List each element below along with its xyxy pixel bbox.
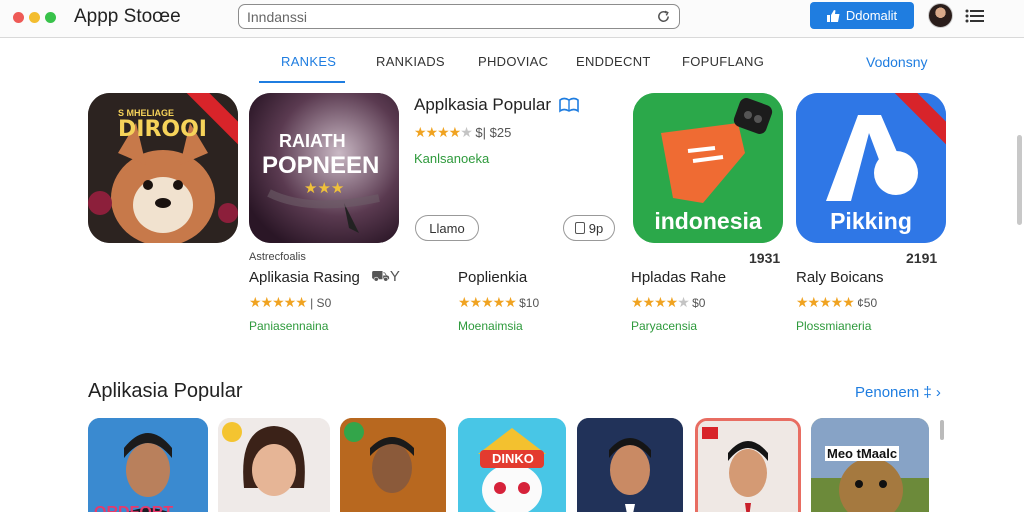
tab-phdoviac[interactable]: PHDOVIAC bbox=[478, 54, 548, 69]
rating-stars: ★★★★★ bbox=[414, 124, 473, 140]
category-tabs: RANKES RANKIADS PHDOVIAC ENDDECNT FOPUFL… bbox=[0, 44, 1024, 86]
animal-illustration bbox=[811, 418, 929, 512]
popular-app-tile[interactable]: Meo tMaalc bbox=[811, 418, 929, 512]
tile-icon-text: indonesia bbox=[654, 208, 762, 234]
tile-title-line2: POPNEEN bbox=[262, 152, 380, 179]
featured-app-title: Applkasia Popular bbox=[414, 95, 552, 114]
tab-fopuflang[interactable]: FOPUFLANG bbox=[682, 54, 764, 69]
app-icon-popneen[interactable]: RAIATH POPNEEN ★★★ bbox=[249, 93, 399, 243]
app-price: $10 bbox=[519, 296, 540, 310]
popular-app-tile[interactable] bbox=[340, 418, 446, 512]
popular-app-tile[interactable] bbox=[577, 418, 683, 512]
person-portrait bbox=[218, 418, 330, 512]
download-icon bbox=[826, 9, 840, 22]
app-rating: ★★★★★ $0 bbox=[631, 294, 705, 311]
tile-label: Meo tMaalc bbox=[825, 446, 900, 461]
minimize-window-button[interactable] bbox=[29, 12, 40, 23]
tile-label: ORDFORT bbox=[94, 504, 173, 512]
app-name[interactable]: Raly Boicans bbox=[796, 269, 884, 286]
person-portrait bbox=[340, 418, 446, 512]
list-menu-icon[interactable] bbox=[965, 8, 985, 24]
featured-secondary-label: 9p bbox=[588, 220, 604, 236]
app-rating: ★★★★★ ¢50 bbox=[796, 294, 877, 311]
download-button[interactable]: Ddomalit bbox=[810, 2, 914, 29]
rating-stars: ★★★★★ bbox=[631, 294, 690, 310]
zoom-window-button[interactable] bbox=[45, 12, 56, 23]
featured-rating: ★★★★★ $| $25 bbox=[414, 124, 511, 141]
rating-stars: ★★★★★ bbox=[796, 294, 855, 310]
tab-rankiads[interactable]: RANKIADS bbox=[376, 54, 445, 69]
tab-enddecnt[interactable]: ENDDECNT bbox=[576, 54, 651, 69]
tab-rankes[interactable]: RANKES bbox=[281, 54, 336, 69]
document-icon bbox=[574, 222, 585, 234]
rating-stars: ★★★★★ bbox=[249, 294, 308, 310]
app-caption: Astrecfoalis bbox=[249, 251, 306, 263]
app-rating: ★★★★★ $10 bbox=[458, 294, 539, 311]
rating-stars: ★★★★★ bbox=[458, 294, 517, 310]
person-portrait bbox=[88, 418, 208, 512]
app-price: ¢50 bbox=[857, 296, 878, 310]
app-name[interactable]: Aplikasia Rasing bbox=[249, 269, 360, 286]
title-bar: Appp Stoœe Ddomalit bbox=[0, 0, 1024, 38]
tile-stars: ★★★ bbox=[304, 180, 345, 197]
person-portrait bbox=[577, 418, 683, 512]
featured-secondary-button[interactable]: 9p bbox=[563, 215, 615, 241]
featured-action-label: Llamo bbox=[429, 220, 465, 236]
close-window-button[interactable] bbox=[13, 12, 24, 23]
carousel-scrollbar[interactable] bbox=[940, 420, 944, 440]
app-icon-pikking[interactable]: Pikking bbox=[796, 93, 946, 243]
app-icon-dog-game[interactable]: S MHELIAGE DIROOI bbox=[88, 93, 238, 243]
popular-app-tile[interactable] bbox=[218, 418, 330, 512]
app-price: $0 bbox=[692, 296, 706, 310]
section-see-all-link[interactable]: Penonem ‡ › bbox=[855, 384, 941, 401]
book-icon bbox=[559, 97, 579, 113]
tile-label: DINKO bbox=[492, 451, 534, 466]
app-count: 2191 bbox=[906, 250, 938, 266]
app-type-icon: ⛟Y bbox=[371, 268, 400, 285]
popular-app-tile[interactable]: ORDFORT bbox=[88, 418, 208, 512]
app-price: | S0 bbox=[310, 296, 332, 310]
app-category[interactable]: Plossmianeria bbox=[796, 319, 871, 333]
scrollbar-thumb[interactable] bbox=[1017, 135, 1022, 225]
app-category[interactable]: Paryacensia bbox=[631, 319, 697, 333]
download-label: Ddomalit bbox=[845, 8, 898, 23]
app-count: 1931 bbox=[749, 250, 781, 266]
search-bar[interactable] bbox=[238, 4, 680, 29]
search-input[interactable] bbox=[247, 8, 647, 26]
featured-price: $| $25 bbox=[475, 125, 512, 140]
popular-app-tile[interactable] bbox=[695, 418, 801, 512]
featured-action-button[interactable]: Llamo bbox=[415, 215, 479, 241]
app-title: Appp Stoœe bbox=[74, 6, 181, 27]
section-title: Aplikasia Popular bbox=[88, 380, 243, 402]
tile-title-line1: RAIATH bbox=[279, 131, 346, 151]
active-tab-indicator bbox=[259, 81, 345, 83]
person-portrait bbox=[698, 421, 798, 512]
tile-icon-text: Pikking bbox=[830, 208, 912, 234]
see-all-link[interactable]: Vodonsny bbox=[866, 54, 928, 70]
avatar[interactable] bbox=[928, 3, 953, 28]
app-category[interactable]: Paniasennaina bbox=[249, 319, 328, 333]
featured-category[interactable]: Kanlsanoeka bbox=[414, 151, 489, 166]
app-icon-indonesia[interactable]: indonesia bbox=[633, 93, 783, 243]
app-category[interactable]: Moenaimsia bbox=[458, 319, 523, 333]
app-rating: ★★★★★ | S0 bbox=[249, 294, 331, 311]
tile-title-text: DIROOI bbox=[118, 117, 207, 142]
refresh-icon[interactable] bbox=[656, 9, 671, 24]
app-name[interactable]: Poplienkia bbox=[458, 269, 527, 286]
popular-app-tile[interactable]: DINKO bbox=[458, 418, 566, 512]
app-name[interactable]: Hpladas Rahe bbox=[631, 269, 726, 286]
